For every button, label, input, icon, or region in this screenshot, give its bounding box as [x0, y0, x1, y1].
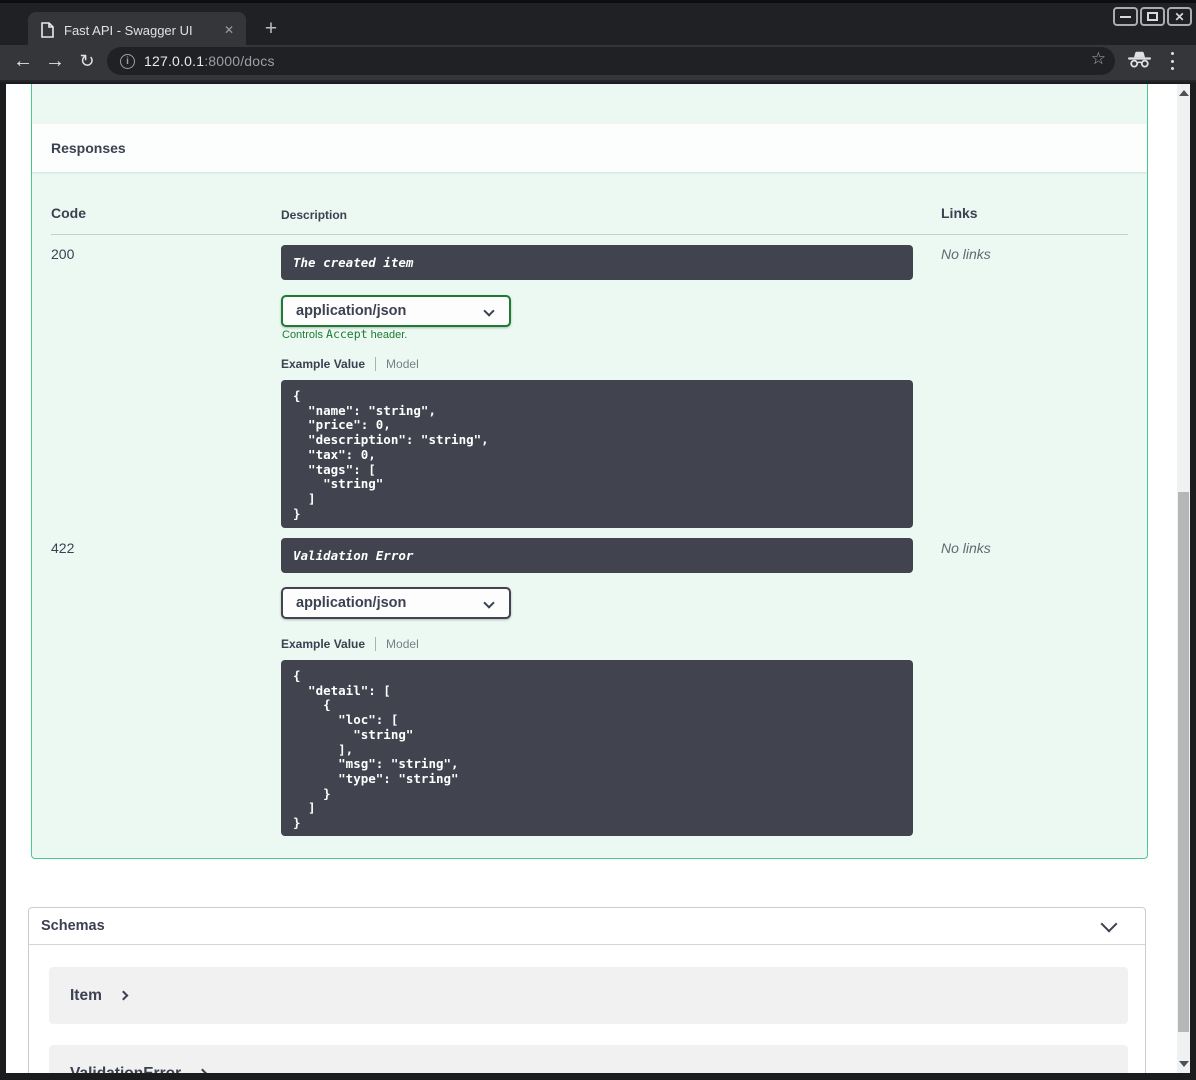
note-part: header.: [367, 329, 408, 341]
bookmark-star-icon[interactable]: ☆: [1091, 49, 1106, 69]
reload-button[interactable]: ↻: [74, 48, 100, 74]
column-header-description: Description: [281, 208, 348, 222]
scrollbar-up-arrow[interactable]: [1179, 90, 1189, 96]
tab-separator: [375, 357, 377, 371]
example-model-tabs-422: Example Value Model: [281, 637, 419, 651]
chevron-down-icon: [483, 305, 495, 317]
tab-title: Fast API - Swagger UI: [64, 22, 193, 38]
incognito-icon: [1126, 51, 1153, 73]
media-type-select-200[interactable]: application/json: [281, 295, 511, 327]
new-tab-button[interactable]: +: [256, 14, 286, 44]
note-part: Controls: [282, 329, 327, 341]
example-json-code: { "detail": [ { "loc": [ "string" ], "ms…: [293, 668, 459, 831]
window-minimize-button[interactable]: [1113, 7, 1138, 26]
scrollbar-down-arrow[interactable]: [1179, 1061, 1189, 1067]
window-maximize-button[interactable]: [1140, 7, 1165, 26]
minimize-icon: [1120, 15, 1131, 18]
browser-menu-button[interactable]: [1166, 52, 1178, 70]
model-validationerror-label: ValidationError: [70, 1064, 182, 1074]
responses-title: Responses: [51, 140, 126, 156]
page-favicon-icon: [41, 22, 54, 38]
note-accept-code: Accept: [326, 327, 368, 341]
back-button[interactable]: ←: [10, 48, 36, 74]
response-code-422: 422: [51, 540, 75, 556]
browser-tab[interactable]: Fast API - Swagger UI ✕: [28, 12, 246, 48]
tab-separator: [375, 637, 377, 651]
url-path: :8000/docs: [204, 53, 275, 69]
controls-accept-note: Controls Accept header.: [282, 327, 407, 341]
response-description-200: The created item: [281, 245, 913, 280]
model-validationerror[interactable]: ValidationError: [49, 1045, 1128, 1073]
media-type-select-422[interactable]: application/json: [281, 587, 511, 619]
column-header-code: Code: [51, 205, 86, 221]
column-header-links: Links: [941, 205, 978, 221]
url-host: 127.0.0.1: [144, 53, 205, 69]
example-model-tabs-200: Example Value Model: [281, 357, 419, 371]
post-opblock: Responses Code Description Links 200 The…: [31, 84, 1148, 859]
example-json-code: { "name": "string", "price": 0, "descrip…: [293, 388, 489, 521]
response-description-422: Validation Error: [281, 538, 913, 573]
schemas-title: Schemas: [41, 918, 105, 934]
chevron-right-icon: [118, 990, 129, 1001]
tab-strip: Fast API - Swagger UI ✕ + ✕: [0, 0, 1196, 48]
media-type-value: application/json: [296, 595, 407, 611]
links-cell-422: No links: [941, 540, 991, 556]
scrollbar-thumb[interactable]: [1178, 492, 1189, 1032]
tab-model[interactable]: Model: [386, 637, 419, 651]
chevron-right-icon: [197, 1068, 208, 1073]
response-code-200: 200: [51, 246, 75, 262]
page-scrollbar[interactable]: [1177, 84, 1190, 1073]
url-text: 127.0.0.1:8000/docs: [144, 53, 275, 69]
media-type-value: application/json: [296, 303, 407, 319]
tab-example-value[interactable]: Example Value: [281, 637, 365, 651]
window-close-button[interactable]: ✕: [1167, 7, 1192, 26]
tab-model[interactable]: Model: [386, 357, 419, 371]
forward-button[interactable]: →: [42, 48, 68, 74]
schemas-section: Schemas Item ValidationError: [28, 907, 1146, 1073]
chevron-down-icon[interactable]: [1100, 915, 1118, 933]
model-item-label: Item: [70, 986, 102, 1004]
tab-example-value[interactable]: Example Value: [281, 357, 365, 371]
model-item[interactable]: Item: [49, 967, 1128, 1024]
example-json-422: { "detail": [ { "loc": [ "string" ], "ms…: [281, 660, 913, 836]
site-info-icon[interactable]: i: [120, 53, 135, 69]
example-json-200: { "name": "string", "price": 0, "descrip…: [281, 380, 913, 528]
chevron-down-icon: [483, 597, 495, 609]
tab-close-icon[interactable]: ✕: [220, 21, 238, 39]
page-content: Responses Code Description Links 200 The…: [6, 84, 1190, 1073]
responses-header: Responses: [32, 124, 1147, 172]
links-cell-200: No links: [941, 246, 991, 262]
maximize-icon: [1147, 12, 1158, 21]
address-bar[interactable]: i 127.0.0.1:8000/docs ☆: [107, 47, 1115, 75]
schemas-header[interactable]: Schemas: [29, 908, 1145, 945]
table-header-rule: [51, 234, 1128, 235]
